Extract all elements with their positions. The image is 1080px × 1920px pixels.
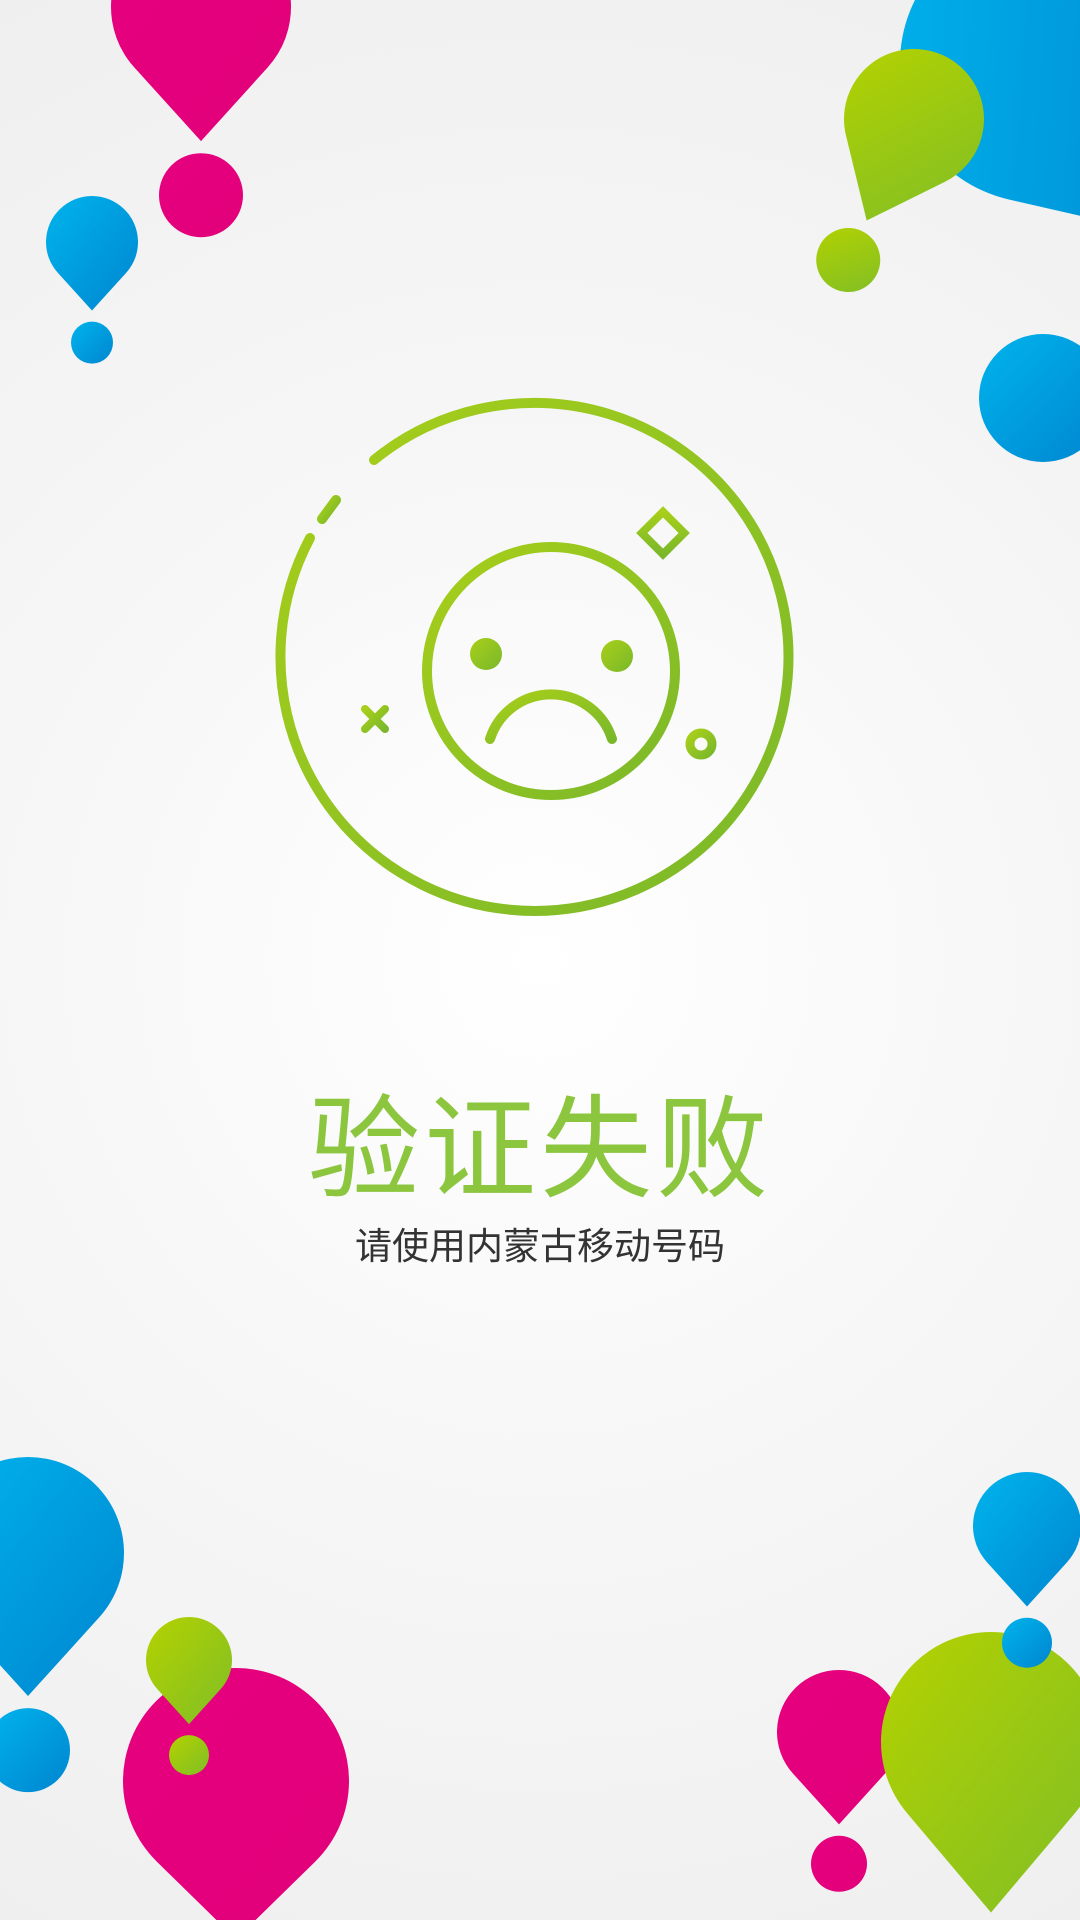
sparkle-diamond — [636, 506, 690, 560]
sparkle-ring — [685, 728, 717, 760]
frown-mouth — [485, 689, 617, 744]
right-eye — [601, 640, 633, 672]
sad-face-icon — [275, 397, 794, 916]
status-message: 请使用内蒙古移动号码 — [355, 1225, 725, 1268]
face-outline — [422, 542, 680, 800]
outer-ring — [275, 397, 794, 916]
ring-dash — [317, 495, 341, 524]
page-title: 验证失败 — [308, 1085, 772, 1215]
left-eye — [470, 638, 502, 670]
